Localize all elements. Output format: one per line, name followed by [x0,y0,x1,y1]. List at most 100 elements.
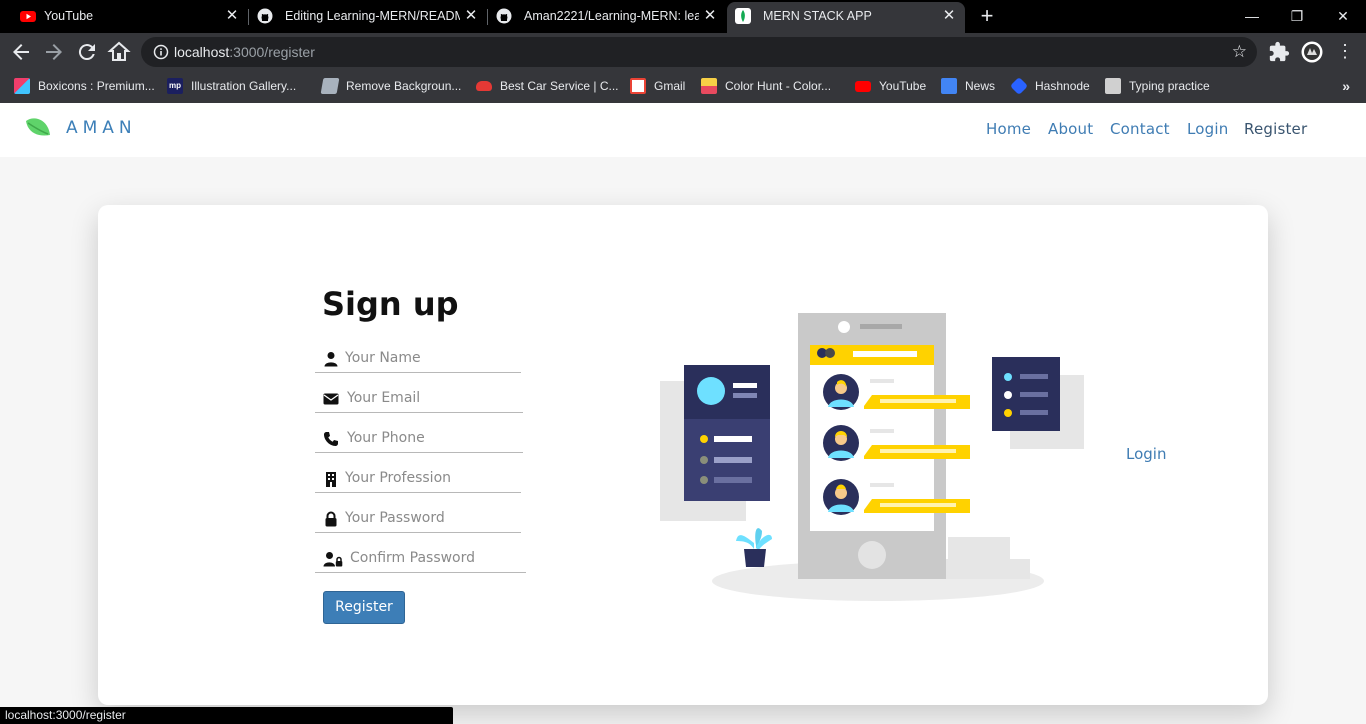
tab-github-editing[interactable]: Editing Learning-MERN/README ✕ [249,0,487,33]
profession-placeholder: Your Profession [345,470,452,486]
tab-mern-app[interactable]: MERN STACK APP ✕ [727,2,965,33]
tab-title: YouTube [44,9,94,23]
restore-icon[interactable]: ❐ [1285,4,1309,28]
bookmark-carservice[interactable]: Best Car Service | C... [476,77,618,95]
nav-contact[interactable]: Contact [1110,120,1170,138]
nav-home[interactable]: Home [986,120,1031,138]
gmail-icon [630,78,646,94]
bookmark-colorhunt[interactable]: Color Hunt - Color... [701,77,831,95]
news-icon [941,78,957,94]
tab-title: Editing Learning-MERN/README [285,9,460,23]
bookmark-label: Gmail [654,79,686,93]
bookmark-label: YouTube [879,79,927,93]
email-field[interactable]: Your Email [315,389,523,413]
home-icon[interactable] [107,40,131,64]
bookmark-boxicons[interactable]: Boxicons : Premium... [14,77,155,95]
reload-icon[interactable] [75,40,99,64]
confirm-password-placeholder: Confirm Password [350,550,476,566]
hashnode-icon [1009,76,1029,96]
bookmark-label: Hashnode [1035,79,1090,93]
boxicons-icon [14,78,30,94]
bookmark-typing[interactable]: Typing practice [1105,77,1210,95]
phone-icon [324,432,338,446]
minimize-icon[interactable]: — [1240,4,1264,28]
brand-logo[interactable]: AMAN [24,117,137,139]
url-path: :3000/register [229,44,315,60]
confirm-password-field[interactable]: Confirm Password [315,549,526,573]
bookmark-label: Color Hunt - Color... [725,79,832,93]
youtube-icon [855,80,871,92]
signup-illustration [660,313,1084,601]
more-bookmarks-icon[interactable]: » [1342,78,1350,94]
nav-register[interactable]: Register [1244,120,1307,138]
extensions-icon[interactable] [1268,41,1290,63]
tab-title: Aman2221/Learning-MERN: learn [524,9,699,23]
lock-icon [325,511,337,527]
bookmark-label: Best Car Service | C... [500,79,619,93]
status-bar-url: localhost:3000/register [0,707,453,724]
bookmark-label: Typing practice [1129,79,1210,93]
new-tab-button[interactable]: + [976,5,998,28]
close-tab-icon[interactable]: ✕ [224,8,240,24]
car-icon [476,81,492,91]
building-icon [326,472,336,487]
phone-field[interactable]: Your Phone [315,429,523,453]
login-link[interactable]: Login [1126,445,1166,463]
name-field[interactable]: Your Name [315,349,521,373]
bookmark-label: Remove Backgroun... [346,79,462,93]
tab-youtube[interactable]: YouTube ✕ [0,0,248,33]
bookmark-news[interactable]: News [941,77,995,95]
colorhunt-icon [701,78,717,94]
bookmark-label: Boxicons : Premium... [38,79,155,93]
close-tab-icon[interactable]: ✕ [702,8,718,24]
leaf-icon [26,118,50,136]
bookmark-illustration[interactable]: mp Illustration Gallery... [167,77,296,95]
tab-title: MERN STACK APP [763,9,872,23]
forward-arrow-icon[interactable] [42,40,66,64]
email-placeholder: Your Email [347,390,421,406]
nav-about[interactable]: About [1048,120,1093,138]
brand-name: AMAN [66,118,137,138]
back-arrow-icon[interactable] [9,40,33,64]
page: AMAN Home About Contact Login Register S… [0,103,1366,724]
site-navbar: AMAN Home About Contact Login Register [0,103,1366,157]
bookmark-gmail[interactable]: Gmail [630,77,685,95]
nav-login[interactable]: Login [1187,120,1228,138]
close-tab-icon[interactable]: ✕ [463,8,479,24]
profile-avatar[interactable] [1301,41,1323,63]
close-window-icon[interactable]: ✕ [1331,4,1355,28]
page-title: Sign up [322,285,459,323]
tab-github-repo[interactable]: Aman2221/Learning-MERN: learn ✕ [488,0,726,33]
close-tab-icon[interactable]: ✕ [941,8,957,24]
signup-card: Sign up Your Name Your Email Your Phone … [98,205,1268,705]
menu-dots-icon[interactable]: ⋮ [1334,41,1356,63]
bookmarks-bar: Boxicons : Premium... mp Illustration Gal… [0,70,1366,103]
user-lock-icon [323,552,343,567]
github-icon [496,8,512,24]
phone-placeholder: Your Phone [347,430,425,446]
envelope-icon [323,393,339,405]
bookmark-hashnode[interactable]: Hashnode [1009,76,1090,96]
mongodb-leaf-icon [735,8,751,24]
browser-toolbar: localhost:3000/register ☆ ⋮ [0,33,1366,70]
info-icon[interactable] [153,44,169,60]
register-button[interactable]: Register [323,591,405,624]
address-bar[interactable]: localhost:3000/register ☆ [141,37,1257,67]
tab-strip: YouTube ✕ Editing Learning-MERN/README ✕… [0,0,1366,33]
url-text[interactable]: localhost:3000/register [174,44,315,60]
star-icon[interactable]: ☆ [1232,42,1247,62]
user-icon [324,352,338,367]
bookmark-label: News [965,79,996,93]
password-field[interactable]: Your Password [315,509,521,533]
url-host: localhost [174,44,230,60]
mp-icon: mp [167,78,183,94]
profession-field[interactable]: Your Profession [315,469,521,493]
bookmark-youtube[interactable]: YouTube [855,77,926,95]
name-placeholder: Your Name [345,350,421,366]
bookmark-label: Illustration Gallery... [191,79,297,93]
removebg-icon [320,78,340,94]
typing-icon [1105,78,1121,94]
bookmark-removebg[interactable]: Remove Backgroun... [320,77,462,95]
password-placeholder: Your Password [345,510,445,526]
github-icon [257,8,273,24]
